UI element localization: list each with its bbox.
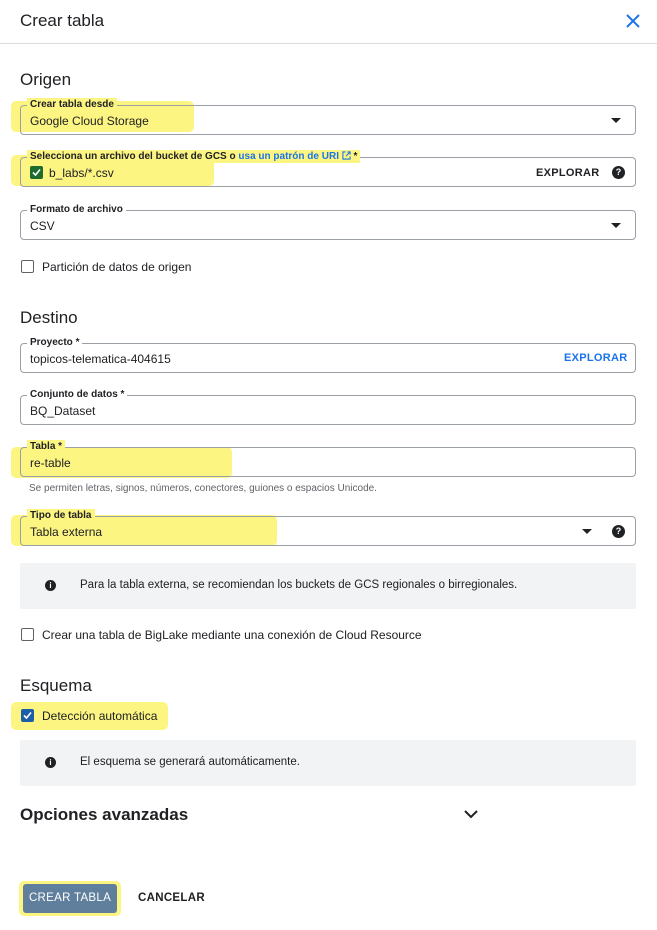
field-value: Google Cloud Storage [30, 114, 149, 128]
field-label: Tipo de tabla [27, 509, 95, 522]
deteccion-automatica-label: Detección automática [42, 709, 158, 723]
info-icon: i [45, 580, 56, 591]
conjunto-datos-field[interactable]: Conjunto de datos * BQ_Dataset [20, 388, 636, 425]
check-icon [32, 168, 41, 177]
particion-label: Partición de datos de origen [42, 260, 192, 274]
cancelar-button[interactable]: CANCELAR [138, 892, 205, 904]
close-icon[interactable] [624, 12, 642, 30]
field-label: Crear tabla desde [27, 98, 117, 111]
gcs-file-value: b_labs/*.csv [49, 166, 114, 180]
explorar-gcs-button[interactable]: EXPLORAR [536, 167, 600, 179]
opciones-avanzadas-toggle[interactable]: Opciones avanzadas [20, 805, 188, 825]
required-asterisk: * [353, 151, 358, 162]
open-in-new-icon [342, 151, 351, 160]
field-label: Formato de archivo [27, 203, 126, 216]
section-origen-title: Origen [20, 70, 72, 89]
crear-tabla-desde-select[interactable]: Crear tabla desde Google Cloud Storage [20, 98, 636, 135]
tabla-input[interactable]: Tabla * re-table [20, 440, 636, 477]
section-destino-title: Destino [20, 308, 78, 327]
particion-checkbox[interactable] [21, 260, 34, 273]
external-table-info-box: i Para la tabla externa, se recomiendan … [20, 563, 636, 609]
section-esquema-title: Esquema [20, 676, 92, 695]
info-text: El esquema se generará automáticamente. [80, 756, 300, 768]
explorar-proyecto-button[interactable]: EXPLORAR [564, 352, 628, 364]
deteccion-automatica-checkbox[interactable] [21, 709, 34, 722]
field-value: topicos-telematica-404615 [30, 352, 171, 366]
biglake-checkbox[interactable] [21, 628, 34, 641]
header-divider [0, 43, 657, 44]
help-icon[interactable]: ? [612, 525, 625, 538]
field-label: Conjunto de datos * [27, 388, 128, 401]
chevron-down-icon[interactable] [463, 808, 479, 820]
field-value: Tabla externa [30, 525, 103, 539]
dropdown-arrow-icon [611, 223, 621, 228]
dialog-title: Crear tabla [20, 11, 105, 30]
field-value: BQ_Dataset [30, 404, 96, 418]
uri-pattern-link[interactable]: usa un patrón de URI [238, 151, 339, 162]
formato-archivo-select[interactable]: Formato de archivo CSV [20, 203, 636, 240]
help-icon[interactable]: ? [612, 166, 625, 179]
field-value: CSV [30, 219, 55, 233]
field-label: Tabla * [27, 440, 66, 453]
biglake-label: Crear una tabla de BigLake mediante una … [42, 628, 422, 642]
schema-info-box: i El esquema se generará automáticamente… [20, 740, 636, 786]
field-value: re-table [30, 456, 71, 470]
dropdown-arrow-icon [611, 118, 621, 123]
tipo-tabla-select[interactable]: Tipo de tabla Tabla externa ? [20, 509, 636, 546]
crear-tabla-button[interactable]: CREAR TABLA [23, 884, 117, 913]
proyecto-field[interactable]: Proyecto * topicos-telematica-404615 EXP… [20, 336, 636, 373]
tabla-hint: Se permiten letras, signos, números, con… [29, 483, 377, 494]
info-icon: i [45, 757, 56, 768]
field-label: Selecciona un archivo del bucket de GCS … [27, 150, 361, 163]
gcs-file-field[interactable]: Selecciona un archivo del bucket de GCS … [20, 150, 636, 187]
info-text: Para la tabla externa, se recomiendan lo… [80, 579, 518, 591]
dropdown-arrow-icon [582, 529, 592, 534]
gcs-label-text: Selecciona un archivo del bucket de GCS … [30, 151, 236, 162]
check-icon [23, 711, 32, 720]
field-label: Proyecto * [27, 336, 83, 349]
gcs-file-checkbox[interactable] [30, 166, 43, 179]
